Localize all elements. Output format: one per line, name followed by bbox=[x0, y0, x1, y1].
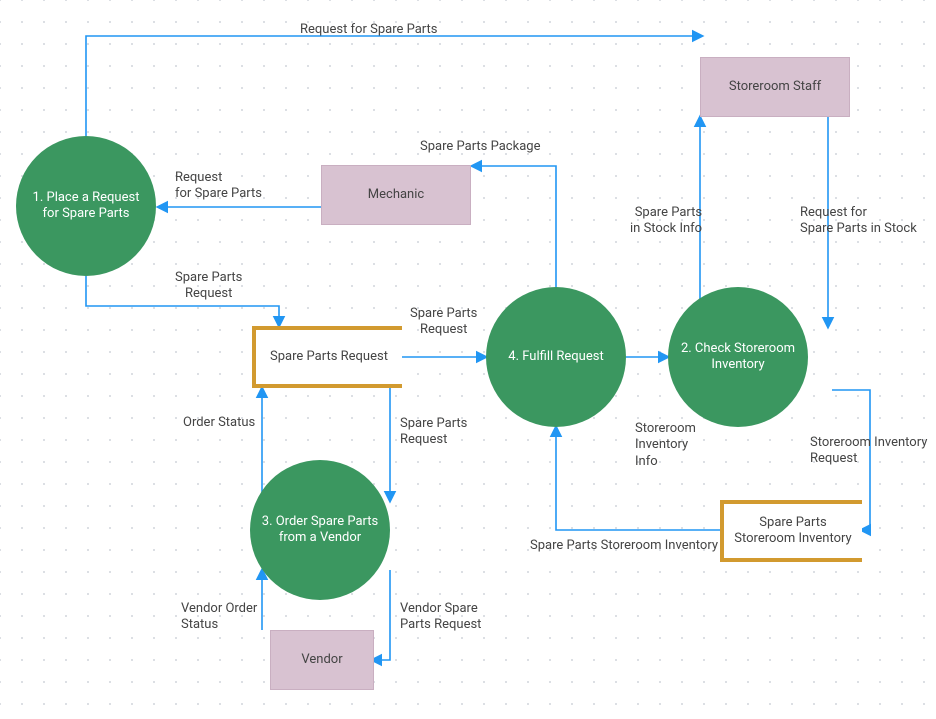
edge-label-spare-parts-request-2: Spare Parts Request bbox=[410, 306, 477, 339]
process-label: 4. Fulfill Request bbox=[508, 349, 603, 365]
process-order-vendor[interactable]: 3. Order Spare Parts from a Vendor bbox=[250, 460, 390, 600]
process-label: 1. Place a Request for Spare Parts bbox=[24, 190, 148, 223]
edge-label-spare-parts-request-1: Spare Parts Request bbox=[175, 270, 242, 303]
edge-label-spare-parts-storeroom-inventory: Spare Parts Storeroom Inventory bbox=[530, 538, 718, 554]
process-label: 2. Check Storeroom Inventory bbox=[676, 341, 800, 374]
process-check-inventory[interactable]: 2. Check Storeroom Inventory bbox=[668, 287, 808, 427]
datastore-label: Spare Parts Storeroom Inventory bbox=[732, 515, 854, 548]
process-place-request[interactable]: 1. Place a Request for Spare Parts bbox=[16, 136, 156, 276]
entity-vendor[interactable]: Vendor bbox=[270, 630, 374, 690]
edge-label-spare-parts-in-stock-info: Spare Parts in Stock Info bbox=[630, 205, 702, 238]
edge-label-order-status: Order Status bbox=[183, 415, 255, 431]
entity-mechanic[interactable]: Mechanic bbox=[321, 165, 471, 225]
edge-label-spare-parts-request-3: Spare Parts Request bbox=[400, 416, 467, 449]
edge-label-request-for-spare-parts-mech: Request for Spare Parts bbox=[175, 170, 262, 203]
datastore-storeroom-inventory[interactable]: Spare Parts Storeroom Inventory bbox=[720, 500, 862, 562]
edge-label-storeroom-inventory-request: Storeroom Inventory Request bbox=[810, 435, 927, 468]
edge-label-vendor-order-status: Vendor Order Status bbox=[181, 601, 257, 634]
entity-label: Storeroom Staff bbox=[729, 79, 821, 95]
datastore-label: Spare Parts Request bbox=[270, 349, 388, 365]
edge-label-spare-parts-package: Spare Parts Package bbox=[420, 139, 540, 155]
diagram-canvas[interactable]: 1. Place a Request for Spare Parts 2. Ch… bbox=[0, 0, 936, 719]
edge-label-request-for-spare-parts-top: Request for Spare Parts bbox=[300, 22, 437, 38]
process-label: 3. Order Spare Parts from a Vendor bbox=[258, 514, 382, 547]
entity-label: Mechanic bbox=[368, 187, 424, 203]
entity-storeroom-staff[interactable]: Storeroom Staff bbox=[700, 57, 850, 117]
process-fulfill-request[interactable]: 4. Fulfill Request bbox=[486, 287, 626, 427]
entity-label: Vendor bbox=[301, 652, 342, 668]
edge-label-request-spare-parts-in-stock: Request for Spare Parts in Stock bbox=[800, 205, 917, 238]
datastore-spare-parts-request[interactable]: Spare Parts Request bbox=[252, 326, 402, 388]
edge-label-vendor-spare-parts-request: Vendor Spare Parts Request bbox=[400, 601, 481, 634]
edge-label-storeroom-inventory-info: Storeroom Inventory Info bbox=[635, 421, 696, 470]
